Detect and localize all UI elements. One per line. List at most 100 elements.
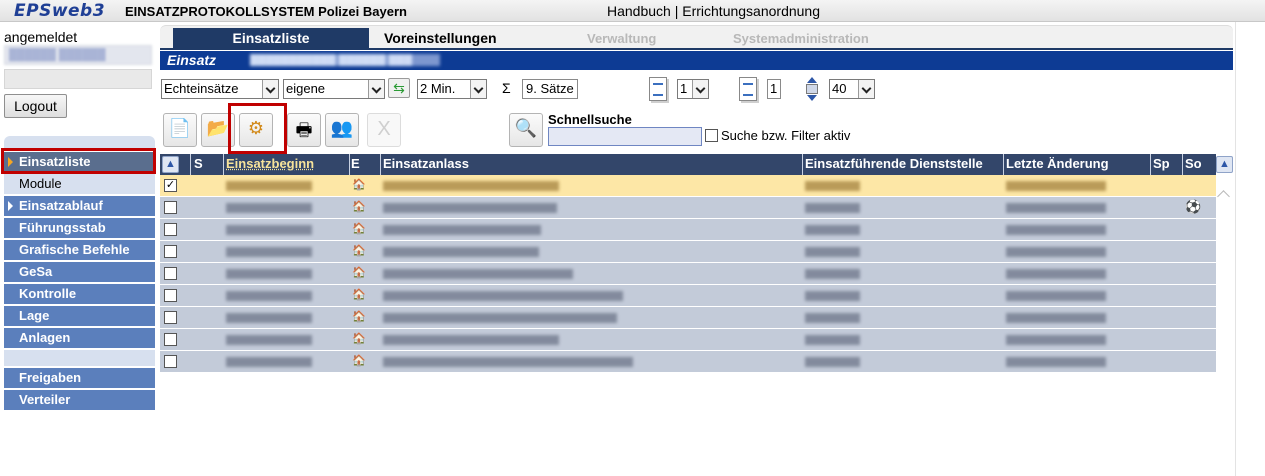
column-header-sp[interactable]: Sp [1153,156,1170,173]
nav-item-kontrolle[interactable]: Kontrolle [4,284,155,304]
rows-per-page-value: 40 [832,81,847,96]
table-row[interactable]: ✓ 🏠 [160,175,1216,197]
einsatzanlass-cell [383,203,557,213]
nav-item-label: Module [19,176,62,191]
page-value: 1 [680,81,688,96]
tab-einsatzliste[interactable]: Einsatzliste [173,28,369,49]
quick-search-input[interactable] [548,127,702,146]
table-row[interactable]: 🏠 [160,329,1216,351]
column-header-einsatzbeginn[interactable]: Einsatzbeginn [226,156,314,173]
errichtungsanordnung-link[interactable]: Errichtungsanordnung [682,3,820,19]
printer-icon: 🖶 [295,120,313,140]
tab-underline [160,48,1233,50]
page-select[interactable]: 1 [677,79,709,99]
new-einsatz-button[interactable]: 📄 [163,113,197,147]
table-row[interactable]: 🏠 [160,307,1216,329]
einsatzbeginn-cell [226,247,312,257]
nav-item-module[interactable]: Module [4,174,155,194]
table-row[interactable]: 🏠 [160,351,1216,373]
einsatzbeginn-cell [226,291,312,301]
refresh-interval-select[interactable]: 2 Min. [417,79,487,99]
search-icon: 🔍 [514,118,538,138]
owner-select[interactable]: eigene [283,79,385,99]
einsatz-type-icon: 🏠 [352,267,366,279]
print-button[interactable]: 🖶 [287,113,321,147]
filter-active-checkbox[interactable] [705,129,718,142]
row-checkbox[interactable] [164,201,177,214]
column-divider [1182,154,1183,175]
logout-button[interactable]: Logout [4,94,67,118]
column-header-einsatzanlass[interactable]: Einsatzanlass [383,156,469,173]
auto-refresh-button[interactable]: ⇆ [388,78,410,98]
nav-item-label: Lage [19,308,50,323]
row-checkbox[interactable]: ✓ [164,179,177,192]
row-checkbox[interactable] [164,245,177,258]
dienststelle-cell [805,203,860,213]
table-scrollbar[interactable] [1216,154,1233,476]
row-bar-icon [806,84,818,94]
column-header-dienststelle[interactable]: Einsatzführende Dienststelle [805,156,983,173]
einsatz-type-icon: 🏠 [352,223,366,235]
nav-item-lage[interactable]: Lage [4,306,155,326]
dienststelle-cell [805,335,860,345]
link-separator: | [670,3,683,19]
row-checkbox[interactable] [164,289,177,302]
nav-item-gesa[interactable]: GeSa [4,262,155,282]
nav-item-grafische-befehle[interactable]: Grafische Befehle [4,240,155,260]
einsatz-type-icon: 🏠 [352,311,366,323]
chevron-down-icon [692,80,708,98]
delete-button: X [367,113,401,147]
einsatz-label: Einsatz [167,52,217,68]
column-header-e[interactable]: E [351,156,360,173]
scroll-up-button[interactable]: ▲ [1216,156,1233,173]
scope-select[interactable]: Echteinsätze [161,79,279,99]
select-all-sort-button[interactable]: ▲ [162,156,179,173]
record-count: 9. Sätze [522,79,578,99]
page-count: 1 [767,79,781,99]
einsatzanlass-cell [383,335,559,345]
row-checkbox[interactable] [164,355,177,368]
nav-item-freigaben[interactable]: Freigaben [4,368,155,388]
nav-item-anlagen[interactable]: Anlagen [4,328,155,348]
table-row[interactable]: 🏠 ⚽ [160,197,1216,219]
einsatzbeginn-cell [226,335,312,345]
refresh-icon: ⇆ [393,80,405,96]
sum-icon: Σ [502,80,511,96]
nav-spacer [4,350,155,366]
main-tabs: Einsatzliste Voreinstellungen Verwaltung… [160,25,1233,49]
table-row[interactable]: 🏠 [160,219,1216,241]
einsatz-type-icon: 🏠 [352,179,366,191]
quick-search-button[interactable]: 🔍 [509,113,543,147]
close-icon: X [377,118,391,140]
new-document-icon: 📄 [168,118,192,138]
table-header: S Einsatzbeginn E Einsatzanlass Einsatzf… [160,154,1216,175]
row-checkbox[interactable] [164,333,177,346]
einsatzbeginn-cell [226,313,312,323]
tab-verwaltung: Verwaltung [587,31,657,46]
table-row[interactable]: 🏠 [160,263,1216,285]
tab-voreinstellungen[interactable]: Voreinstellungen [384,30,497,46]
users-share-button[interactable]: 👥 [325,113,359,147]
row-checkbox[interactable] [164,223,177,236]
chevron-down-icon [262,80,278,98]
row-checkbox[interactable] [164,267,177,280]
rows-per-page-select[interactable]: 40 [829,79,875,99]
nav-item-fuehrungsstab[interactable]: Führungsstab [4,218,155,238]
table-row[interactable]: 🏠 [160,285,1216,307]
column-header-letzte-aenderung[interactable]: Letzte Änderung [1006,156,1109,173]
handbook-link[interactable]: Handbuch [607,3,671,19]
table-row[interactable]: 🏠 [160,241,1216,263]
column-header-s[interactable]: S [194,156,203,173]
nav-item-einsatzablauf[interactable]: Einsatzablauf [4,196,155,216]
quick-search-label: Schnellsuche [548,112,632,127]
column-header-so[interactable]: So [1185,156,1202,173]
row-checkbox[interactable] [164,311,177,324]
page-count-icon [739,77,757,101]
main-navigation: Einsatzliste Module Einsatzablauf Führun… [4,152,155,412]
column-divider [1150,154,1151,175]
letzte-aenderung-cell [1006,181,1106,191]
einsatzanlass-cell [383,313,617,323]
nav-item-verteiler[interactable]: Verteiler [4,390,155,410]
tab-systemadministration: Systemadministration [733,31,869,46]
einsatz-type-icon: 🏠 [352,201,366,213]
